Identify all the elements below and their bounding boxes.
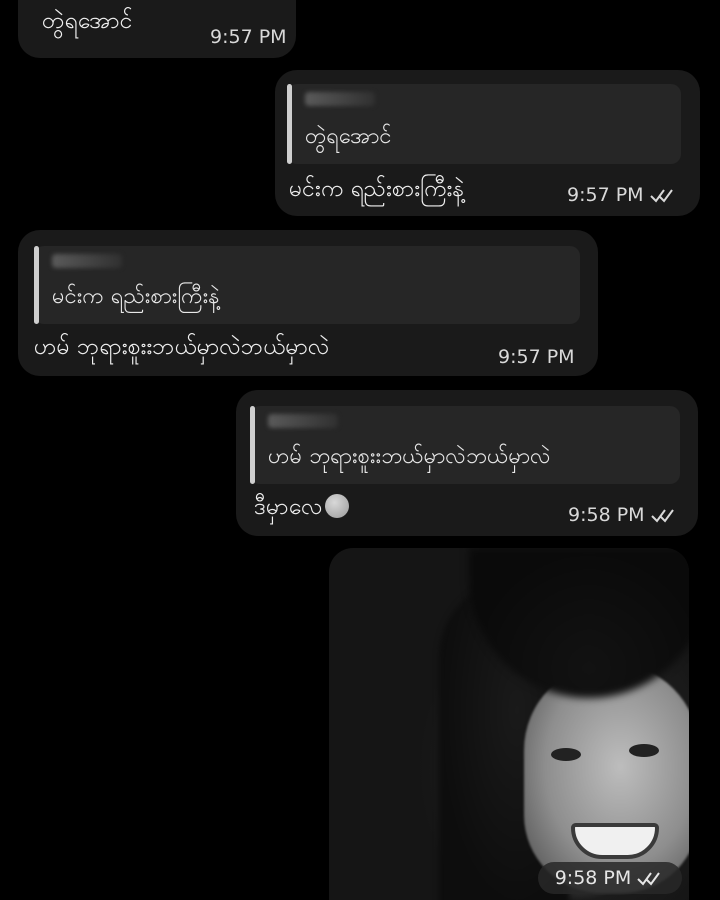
message-text: ဒီမှာလေ — [254, 492, 349, 526]
message-time: 9:57 PM — [567, 184, 678, 206]
photo-eye-right — [629, 744, 659, 757]
photo-eye-left — [551, 748, 581, 761]
double-check-icon — [637, 870, 665, 886]
reply-quote-bar — [287, 84, 292, 164]
message-text: ဟမ် ဘုရားစူးးဘယ်မှာလဲဘယ်မှာလဲ — [34, 334, 330, 360]
message-bubble-outgoing[interactable]: ဟမ် ဘုရားစူးးဘယ်မှာလဲဘယ်မှာလဲ ဒီမှာလေ 9:… — [236, 390, 698, 536]
reply-quote-bar — [250, 406, 255, 484]
photo-message[interactable] — [329, 548, 689, 900]
reply-quote-text: မင်းက ရည်းစားကြီးနဲ့ — [52, 284, 220, 309]
message-time: 9:57 PM — [210, 26, 287, 48]
message-text: တွဲရအောင် — [42, 8, 133, 34]
message-bubble-incoming[interactable]: တွဲရအောင် 9:57 PM — [18, 0, 296, 58]
reply-author-blurred — [268, 414, 338, 428]
reply-quote-bar — [34, 246, 39, 324]
double-check-icon — [649, 187, 678, 203]
reply-quote[interactable]: မင်းက ရည်းစားကြီးနဲ့ — [34, 246, 580, 324]
message-time: 9:58 PM — [568, 504, 679, 526]
message-bubble-incoming[interactable]: မင်းက ရည်းစားကြီးနဲ့ ဟမ် ဘုရားစူးးဘယ်မှာ… — [18, 230, 598, 376]
reply-quote[interactable]: ဟမ် ဘုရားစူးးဘယ်မှာလဲဘယ်မှာလဲ — [250, 406, 680, 484]
double-check-icon — [650, 507, 679, 523]
message-text: မင်းက ရည်းစားကြီးနဲ့ — [289, 176, 465, 202]
photo-time-badge: 9:58 PM — [538, 862, 682, 894]
pensive-face-emoji — [324, 494, 349, 518]
reply-quote-text: တွဲရအောင် — [305, 124, 392, 149]
reply-quote-text: ဟမ် ဘုရားစူးးဘယ်မှာလဲဘယ်မှာလဲ — [268, 444, 551, 469]
message-time: 9:57 PM — [498, 346, 575, 368]
reply-author-blurred — [52, 254, 122, 268]
message-bubble-outgoing[interactable]: တွဲရအောင် မင်းက ရည်းစားကြီးနဲ့ 9:57 PM — [275, 70, 700, 216]
reply-author-blurred — [305, 92, 375, 106]
reply-quote[interactable]: တွဲရအောင် — [287, 84, 681, 164]
